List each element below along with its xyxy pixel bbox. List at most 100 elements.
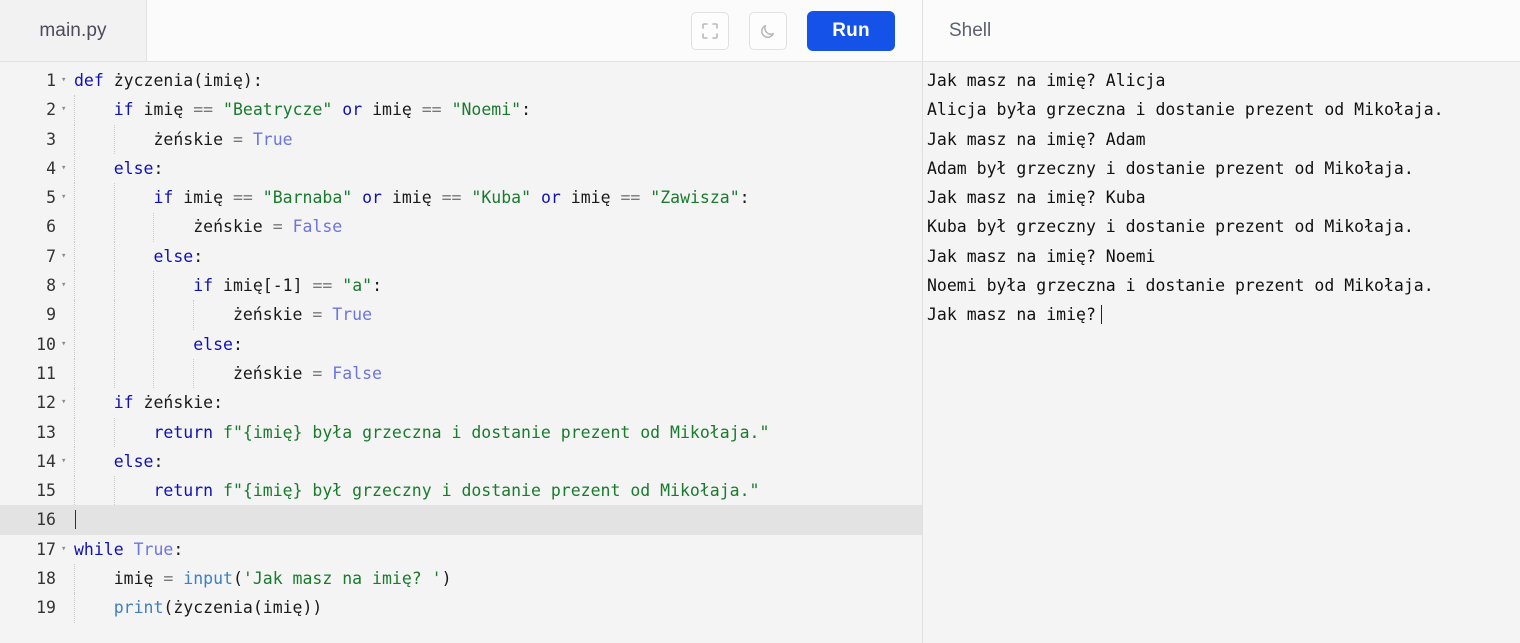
- code-token: "Zawisza": [650, 188, 740, 208]
- file-tab-main-py[interactable]: main.py: [0, 0, 147, 61]
- code-token: if: [113, 100, 134, 120]
- editor-toolbar: Run: [147, 0, 922, 61]
- code-line[interactable]: 9 żeńskie = True: [0, 300, 922, 329]
- code-line[interactable]: 18 imię = input('Jak masz na imię? '): [0, 564, 922, 593]
- line-number: 14: [36, 451, 56, 471]
- code-line[interactable]: 4 ▾ else:: [0, 154, 922, 183]
- code-line[interactable]: 15 return f"{imię} był grzeczny i dostan…: [0, 476, 922, 505]
- code-token: imię: [560, 188, 621, 208]
- shell-line: Jak masz na imię?: [927, 300, 1520, 329]
- fullscreen-icon: [700, 21, 720, 41]
- code-token: False: [292, 217, 343, 237]
- dark-mode-button[interactable]: [749, 11, 787, 50]
- fold-arrow-icon[interactable]: ▾: [58, 164, 72, 173]
- code-editor[interactable]: 1 ▾ def życzenia(imię): 2 ▾ if imię == "Beat…: [0, 62, 922, 643]
- code-token: or: [540, 188, 561, 208]
- code-token: :: [232, 334, 243, 354]
- code-token: :: [173, 539, 184, 559]
- code-token: ): [441, 569, 452, 589]
- run-button-label: Run: [832, 19, 870, 41]
- code-line[interactable]: 11 żeńskie = False: [0, 359, 922, 388]
- code-token: ==: [232, 188, 253, 208]
- fold-arrow-icon[interactable]: ▾: [58, 251, 72, 261]
- code-line[interactable]: 16: [0, 505, 922, 535]
- fold-arrow-icon[interactable]: ▾: [58, 544, 72, 554]
- code-token: else: [113, 158, 154, 178]
- code-line[interactable]: 1 ▾ def życzenia(imię):: [0, 66, 922, 95]
- shell-line: Kuba był grzeczny i dostanie prezent od …: [927, 217, 1414, 237]
- code-line[interactable]: 2 ▾ if imię == "Beatrycze" or imię == "No…: [0, 95, 922, 124]
- code-line[interactable]: 7 ▾ else:: [0, 242, 922, 271]
- shell-line: Jak masz na imię? Adam: [927, 129, 1146, 149]
- code-text: if imię == "Beatrycze" or imię == "Noemi…: [72, 95, 922, 124]
- shell-output[interactable]: Jak masz na imię? Alicja Alicja była grze…: [923, 62, 1520, 643]
- code-token: if: [113, 393, 134, 413]
- line-number: 16: [36, 510, 56, 530]
- line-number: 15: [36, 481, 56, 501]
- code-line[interactable]: 3 żeńskie = True: [0, 125, 922, 154]
- code-token: (: [232, 569, 243, 589]
- code-token: żeńskie: [74, 217, 273, 237]
- code-line[interactable]: 12 ▾ if żeńskie:: [0, 388, 922, 417]
- code-token: życzenia(imię):: [103, 71, 263, 90]
- line-number: 17: [36, 539, 56, 559]
- fold-arrow-icon[interactable]: ▾: [58, 193, 72, 202]
- fold-arrow-icon[interactable]: ▾: [58, 76, 72, 85]
- shell-line: Jak masz na imię? Alicja: [927, 71, 1166, 90]
- code-token: :: [739, 188, 750, 208]
- code-line[interactable]: 10 ▾ else:: [0, 330, 922, 359]
- code-token: f"{imię} był grzeczny i dostanie prezent…: [223, 481, 760, 501]
- code-token: ==: [441, 188, 462, 208]
- shell-cursor: [1100, 305, 1103, 325]
- code-token: else: [113, 451, 154, 471]
- fold-arrow-icon[interactable]: ▾: [58, 281, 72, 290]
- code-token: imię: [74, 569, 164, 589]
- ide-window: main.py Run 1 ▾ def życzenia(imię): 2 ▾ …: [0, 0, 1520, 643]
- shell-header: Shell: [923, 0, 1520, 62]
- line-number: 18: [36, 569, 56, 589]
- code-token: żeńskie:: [133, 393, 224, 413]
- code-line[interactable]: 6 żeńskie = False: [0, 212, 922, 241]
- code-token: 'Jak masz na imię? ': [242, 569, 442, 589]
- code-line[interactable]: 8 ▾ if imię[-1] == "a":: [0, 271, 922, 300]
- shell-line: Noemi była grzeczna i dostanie prezent o…: [927, 276, 1434, 296]
- code-line[interactable]: 14 ▾ else:: [0, 447, 922, 476]
- fold-arrow-icon[interactable]: ▾: [58, 398, 72, 407]
- fullscreen-button[interactable]: [691, 11, 729, 50]
- code-token: if: [193, 276, 214, 296]
- shell-line: Alicja była grzeczna i dostanie prezent …: [927, 100, 1444, 120]
- code-line[interactable]: 17 ▾ while True:: [0, 535, 922, 564]
- line-number: 6: [46, 217, 56, 237]
- code-token: input: [183, 569, 233, 589]
- file-tab-label: main.py: [39, 19, 107, 41]
- line-number: 5: [46, 188, 56, 208]
- code-line[interactable]: 19 print(życzenia(imię)): [0, 593, 922, 622]
- fold-arrow-icon[interactable]: ▾: [58, 105, 72, 114]
- code-token: return: [153, 422, 214, 442]
- text-cursor: [75, 510, 76, 530]
- code-token: imię: [173, 188, 233, 208]
- code-line[interactable]: 5 ▾ if imię == "Barnaba" or imię == "Kuba…: [0, 183, 922, 212]
- moon-icon: [758, 21, 778, 41]
- fold-arrow-icon[interactable]: ▾: [58, 339, 72, 349]
- run-button[interactable]: Run: [807, 10, 895, 51]
- shell-line: Jak masz na imię? Kuba: [927, 188, 1146, 208]
- code-line[interactable]: 13 return f"{imię} była grzeczna i dosta…: [0, 418, 922, 447]
- fold-arrow-icon[interactable]: ▾: [58, 457, 72, 466]
- code-token: or: [342, 100, 363, 120]
